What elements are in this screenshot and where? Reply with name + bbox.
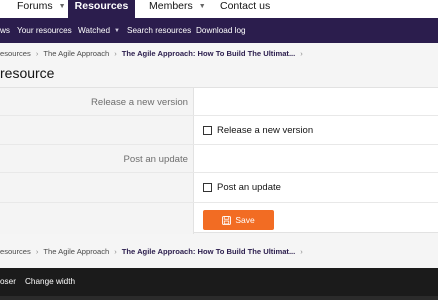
form-label-cell [0, 173, 194, 202]
tab-forums-label: Forums [17, 0, 53, 12]
breadcrumb-separator: › [35, 247, 39, 256]
tab-members[interactable]: Members ▼ [149, 0, 206, 18]
sub-navigation: ws Your resources Watched ▼ Search resour… [0, 18, 438, 43]
breadcrumb-item-resources[interactable]: esources [0, 247, 31, 256]
chevron-down-icon: ▼ [58, 3, 66, 10]
tab-members-label: Members [149, 0, 193, 12]
breadcrumb-separator: › [114, 247, 117, 256]
footer-bar: oser Change width [0, 268, 438, 296]
subnav-link-new[interactable]: ws [0, 18, 10, 43]
update-checkbox-label: Post an update [217, 182, 281, 193]
subnav-link-watched[interactable]: Watched ▼ [78, 18, 120, 44]
subnav-link-download-log[interactable]: Download log [196, 18, 246, 43]
save-button[interactable]: Save [203, 210, 274, 230]
update-resource-form: Release a new version Release a new vers… [0, 87, 438, 234]
chevron-down-icon: ▼ [114, 28, 120, 34]
footer-link-change-width[interactable]: Change width [25, 268, 75, 296]
subnav-link-search-resources[interactable]: Search resources [127, 18, 191, 43]
form-row-release-option: Release a new version [0, 116, 438, 145]
form-label-cell [0, 116, 194, 144]
tab-forums[interactable]: Forums ▼ [17, 0, 66, 18]
breadcrumb-separator: › [300, 49, 303, 58]
form-label-cell [0, 203, 194, 234]
breadcrumb-separator: › [35, 49, 39, 58]
top-navigation: Forums ▼ Resources Members ▼ Contact us [0, 0, 438, 18]
breadcrumb-separator: › [300, 247, 303, 256]
breadcrumb-item-resources[interactable]: esources [0, 49, 31, 58]
release-checkbox-label: Release a new version [217, 125, 314, 136]
checkbox-box[interactable] [203, 126, 212, 135]
form-row-release-heading: Release a new version [0, 88, 438, 116]
breadcrumb-separator: › [114, 49, 117, 58]
post-update-checkbox[interactable]: Post an update [203, 182, 281, 193]
subnav-watched-label: Watched [78, 26, 111, 35]
tab-resources[interactable]: Resources [68, 0, 135, 18]
breadcrumb-item-category[interactable]: The Agile Approach [43, 49, 109, 58]
release-section-label: Release a new version [90, 97, 188, 108]
subnav-link-your-resources[interactable]: Your resources [17, 18, 72, 43]
tab-contact-us-label: Contact us [220, 0, 271, 12]
form-row-update-heading: Post an update [0, 145, 438, 173]
form-row-submit: Save [0, 203, 438, 234]
chevron-down-icon: ▼ [198, 3, 206, 10]
tab-contact-us[interactable]: Contact us [220, 0, 270, 18]
checkbox-box[interactable] [203, 183, 212, 192]
form-row-update-option: Post an update [0, 173, 438, 203]
breadcrumb-item-resource[interactable]: The Agile Approach: How To Build The Ult… [122, 247, 296, 256]
save-icon [222, 215, 232, 225]
footer-link-style-chooser[interactable]: oser [0, 268, 16, 296]
release-new-version-checkbox[interactable]: Release a new version [203, 125, 313, 136]
tab-resources-label: Resources [74, 0, 129, 12]
save-button-label: Save [235, 215, 255, 225]
breadcrumb-bottom: esources › The Agile Approach › The Agile Ap… [0, 245, 308, 259]
update-section-label: Post an update [123, 154, 188, 165]
page-title: resource [0, 65, 55, 81]
breadcrumb-item-resource[interactable]: The Agile Approach: How To Build The Ult… [122, 49, 296, 58]
footer-bottom-strip [0, 296, 438, 300]
breadcrumb: esources › The Agile Approach › The Agile Ap… [0, 47, 308, 61]
breadcrumb-item-category[interactable]: The Agile Approach [43, 247, 109, 256]
